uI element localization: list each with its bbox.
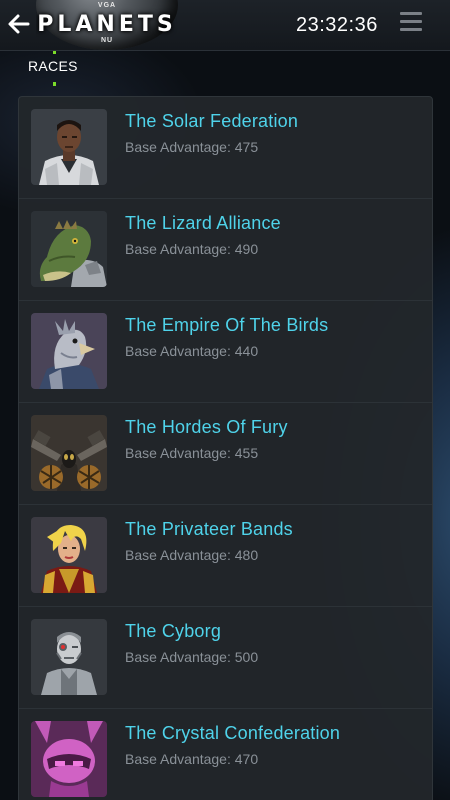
race-item-crystal-confederation[interactable]: The Crystal Confederation Base Advantage…: [19, 709, 432, 800]
race-name: The Cyborg: [125, 621, 222, 641]
race-item-cyborg[interactable]: The Cyborg Base Advantage: 500: [19, 607, 432, 709]
race-name: The Crystal Confederation: [125, 723, 341, 743]
back-button[interactable]: [6, 11, 32, 37]
menu-button[interactable]: [400, 12, 424, 36]
planets-nu-logo: VGA PLANETS NU: [36, 0, 178, 50]
insect-warrior-portrait: [31, 415, 107, 491]
race-name: The Solar Federation: [125, 111, 299, 131]
bird-portrait: [31, 313, 107, 389]
top-bar: VGA PLANETS NU 23:32:36: [0, 0, 450, 51]
race-item-lizard-alliance[interactable]: The Lizard Alliance Base Advantage: 490: [19, 199, 432, 301]
lizard-portrait: [31, 211, 107, 287]
race-base-advantage: Base Advantage: 500: [125, 649, 259, 665]
race-item-privateer-bands[interactable]: The Privateer Bands Base Advantage: 480: [19, 505, 432, 607]
race-list: The Solar Federation Base Advantage: 475: [18, 96, 433, 800]
hamburger-icon: [400, 12, 424, 31]
race-base-advantage: Base Advantage: 475: [125, 139, 259, 155]
race-item-solar-federation[interactable]: The Solar Federation Base Advantage: 475: [19, 97, 432, 199]
human-officer-portrait: [31, 109, 107, 185]
tick-mark: [53, 82, 56, 86]
logo-bottom-text: NU: [100, 37, 114, 44]
race-item-hordes-of-fury[interactable]: The Hordes Of Fury Base Advantage: 455: [19, 403, 432, 505]
race-base-advantage: Base Advantage: 440: [125, 343, 259, 359]
back-arrow-icon: [8, 14, 30, 34]
privateer-portrait: [31, 517, 107, 593]
logo-main-text: PLANETS: [37, 12, 177, 37]
logo-top-text: VGA: [97, 2, 117, 9]
race-name: The Hordes Of Fury: [125, 417, 288, 437]
app-screen: VGA PLANETS NU 23:32:36 RACES The Solar …: [0, 0, 450, 800]
race-name: The Empire Of The Birds: [125, 315, 329, 335]
race-name: The Privateer Bands: [125, 519, 293, 539]
race-base-advantage: Base Advantage: 455: [125, 445, 259, 461]
race-base-advantage: Base Advantage: 470: [125, 751, 259, 767]
section-title: RACES: [28, 58, 78, 74]
clock: 23:32:36: [296, 14, 378, 36]
race-base-advantage: Base Advantage: 490: [125, 241, 259, 257]
cyborg-portrait: [31, 619, 107, 695]
race-item-empire-of-the-birds[interactable]: The Empire Of The Birds Base Advantage: …: [19, 301, 432, 403]
race-base-advantage: Base Advantage: 480: [125, 547, 259, 563]
crystal-portrait: [31, 721, 107, 797]
race-name: The Lizard Alliance: [125, 213, 281, 233]
